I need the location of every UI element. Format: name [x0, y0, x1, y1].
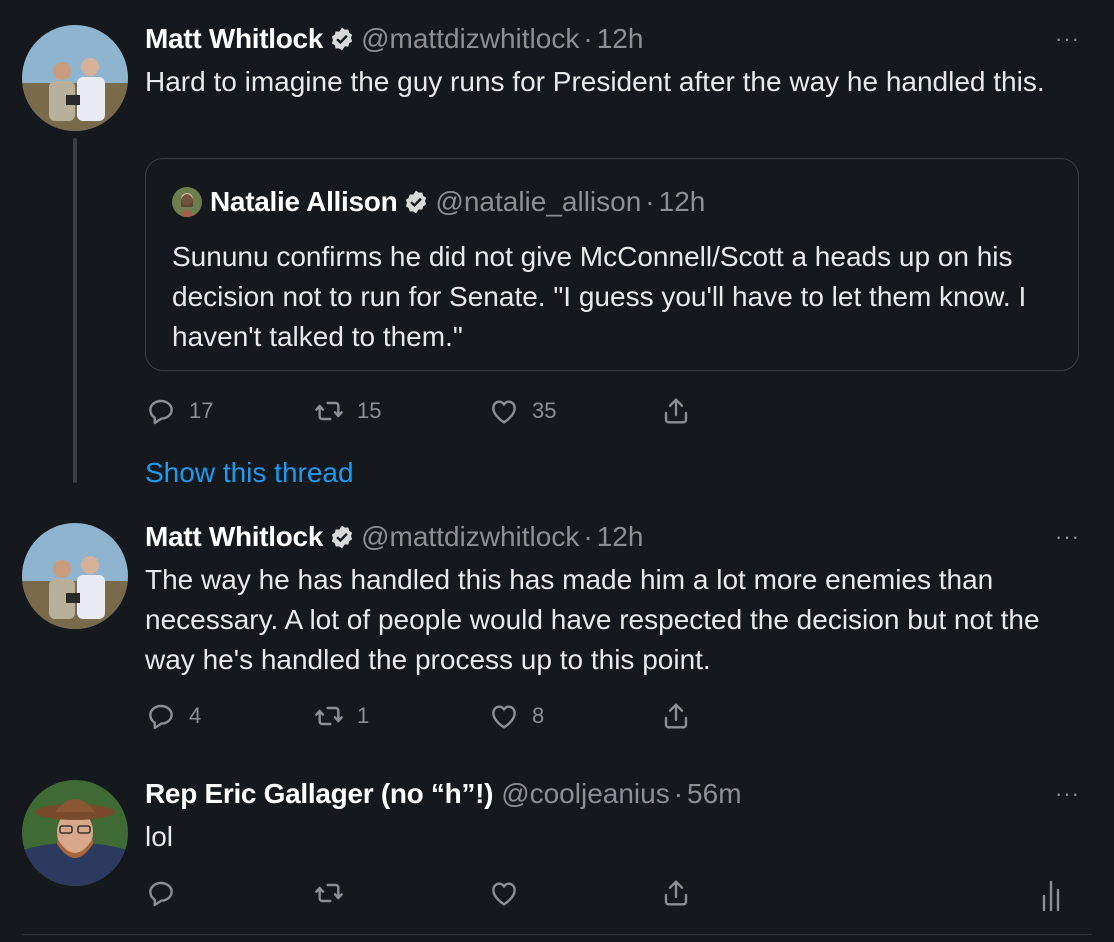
retweet-count: 1 [357, 703, 370, 728]
reply-icon [149, 881, 173, 907]
tweet-header: Matt Whitlock @mattdizwhitlock · 12h [145, 21, 643, 57]
share-button[interactable] [660, 700, 704, 732]
tweet-actions: 17 15 35 [145, 395, 705, 431]
share-button[interactable] [660, 877, 704, 909]
reply-button[interactable]: 17 [145, 395, 213, 427]
reply-count: 4 [189, 703, 202, 728]
more-icon[interactable]: ··· [1055, 524, 1080, 550]
tweet-header: Rep Eric Gallager (no “h”!) @cooljeanius… [145, 776, 742, 812]
like-icon [492, 705, 516, 729]
like-button[interactable]: 35 [488, 395, 556, 427]
verified-icon [406, 190, 427, 214]
like-icon [492, 882, 516, 906]
retweet-icon [315, 401, 343, 421]
avatar[interactable] [22, 780, 128, 886]
separator-dot: · [583, 23, 593, 54]
author-name[interactable]: Matt Whitlock [145, 23, 323, 55]
separator-dot: · [583, 521, 593, 552]
like-count: 35 [532, 398, 557, 423]
reply-icon [149, 704, 173, 730]
retweet-count: 15 [357, 398, 382, 423]
quoted-author-handle: @natalie_allison [435, 186, 642, 217]
quoted-tweet-text: Sununu confirms he did not give McConnel… [172, 241, 1027, 352]
analytics-icon[interactable] [1040, 878, 1068, 912]
quoted-tweet-header: Natalie Allison @natalie_allison · 12h [172, 186, 705, 218]
reply-button[interactable] [145, 877, 189, 909]
quoted-tweet[interactable]: Natalie Allison @natalie_allison · 12h S… [145, 158, 1079, 371]
share-icon [664, 703, 688, 729]
reply-icon [149, 399, 173, 425]
share-button[interactable] [660, 395, 704, 427]
quoted-author-name: Natalie Allison [210, 186, 398, 217]
retweet-button[interactable]: 1 [313, 700, 369, 732]
separator-dot: · [645, 186, 655, 217]
verified-icon [331, 525, 353, 549]
share-icon [664, 880, 688, 906]
author-handle[interactable]: @cooljeanius [501, 778, 670, 810]
author-name[interactable]: Rep Eric Gallager (no “h”!) [145, 778, 493, 810]
author-name[interactable]: Matt Whitlock [145, 521, 323, 553]
timestamp[interactable]: 56m [687, 778, 741, 810]
more-icon[interactable]: ··· [1055, 26, 1080, 52]
avatar[interactable] [22, 523, 128, 629]
retweet-button[interactable] [313, 877, 357, 909]
retweet-button[interactable]: 15 [313, 395, 381, 427]
thread-line [73, 138, 77, 483]
verified-icon [331, 27, 353, 51]
quoted-timestamp: 12h [658, 186, 706, 217]
separator-dot: · [673, 778, 684, 809]
author-handle[interactable]: @mattdizwhitlock [361, 23, 579, 55]
reply-count: 17 [189, 398, 214, 423]
like-count: 8 [532, 703, 545, 728]
retweet-icon [315, 706, 343, 726]
tweet-actions [145, 877, 705, 913]
more-icon[interactable]: ··· [1055, 781, 1080, 807]
like-button[interactable]: 8 [488, 700, 544, 732]
like-icon [492, 400, 516, 424]
author-handle[interactable]: @mattdizwhitlock [361, 521, 579, 553]
reply-button[interactable]: 4 [145, 700, 201, 732]
divider [22, 934, 1092, 935]
show-thread-link[interactable]: Show this thread [145, 457, 354, 489]
tweet-header: Matt Whitlock @mattdizwhitlock · 12h [145, 519, 643, 555]
quoted-avatar [172, 187, 202, 217]
tweet-text: The way he has handled this has made him… [145, 564, 1040, 675]
tweet-text: Hard to imagine the guy runs for Preside… [145, 66, 1045, 97]
timestamp[interactable]: 12h [597, 23, 644, 55]
timestamp[interactable]: 12h [597, 521, 644, 553]
share-icon [664, 398, 688, 424]
avatar[interactable] [22, 25, 128, 131]
like-button[interactable] [488, 877, 532, 909]
retweet-icon [315, 883, 343, 903]
tweet-actions: 4 1 8 [145, 700, 705, 736]
tweet-text: lol [145, 821, 174, 852]
